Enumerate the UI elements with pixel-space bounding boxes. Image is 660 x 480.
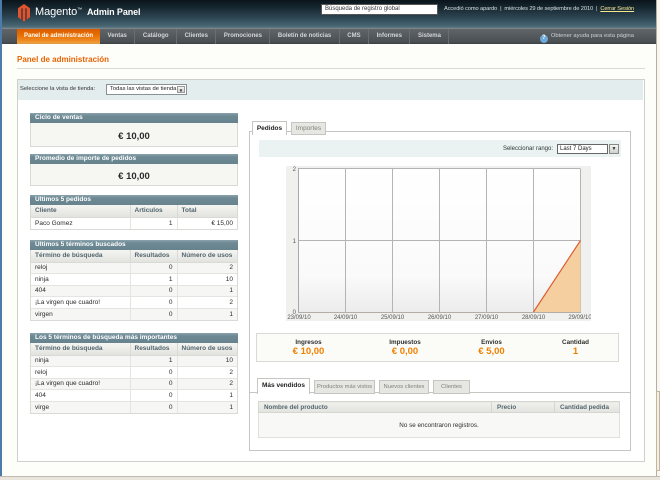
svg-text:28/09/10: 28/09/10 xyxy=(522,315,546,321)
svg-text:23/09/10: 23/09/10 xyxy=(287,315,311,321)
svg-text:25/09/10: 25/09/10 xyxy=(381,315,405,321)
svg-text:27/09/10: 27/09/10 xyxy=(475,315,499,321)
svg-text:29/09/10: 29/09/10 xyxy=(568,315,591,321)
svg-text:24/09/10: 24/09/10 xyxy=(334,315,358,321)
svg-text:26/09/10: 26/09/10 xyxy=(428,315,452,321)
